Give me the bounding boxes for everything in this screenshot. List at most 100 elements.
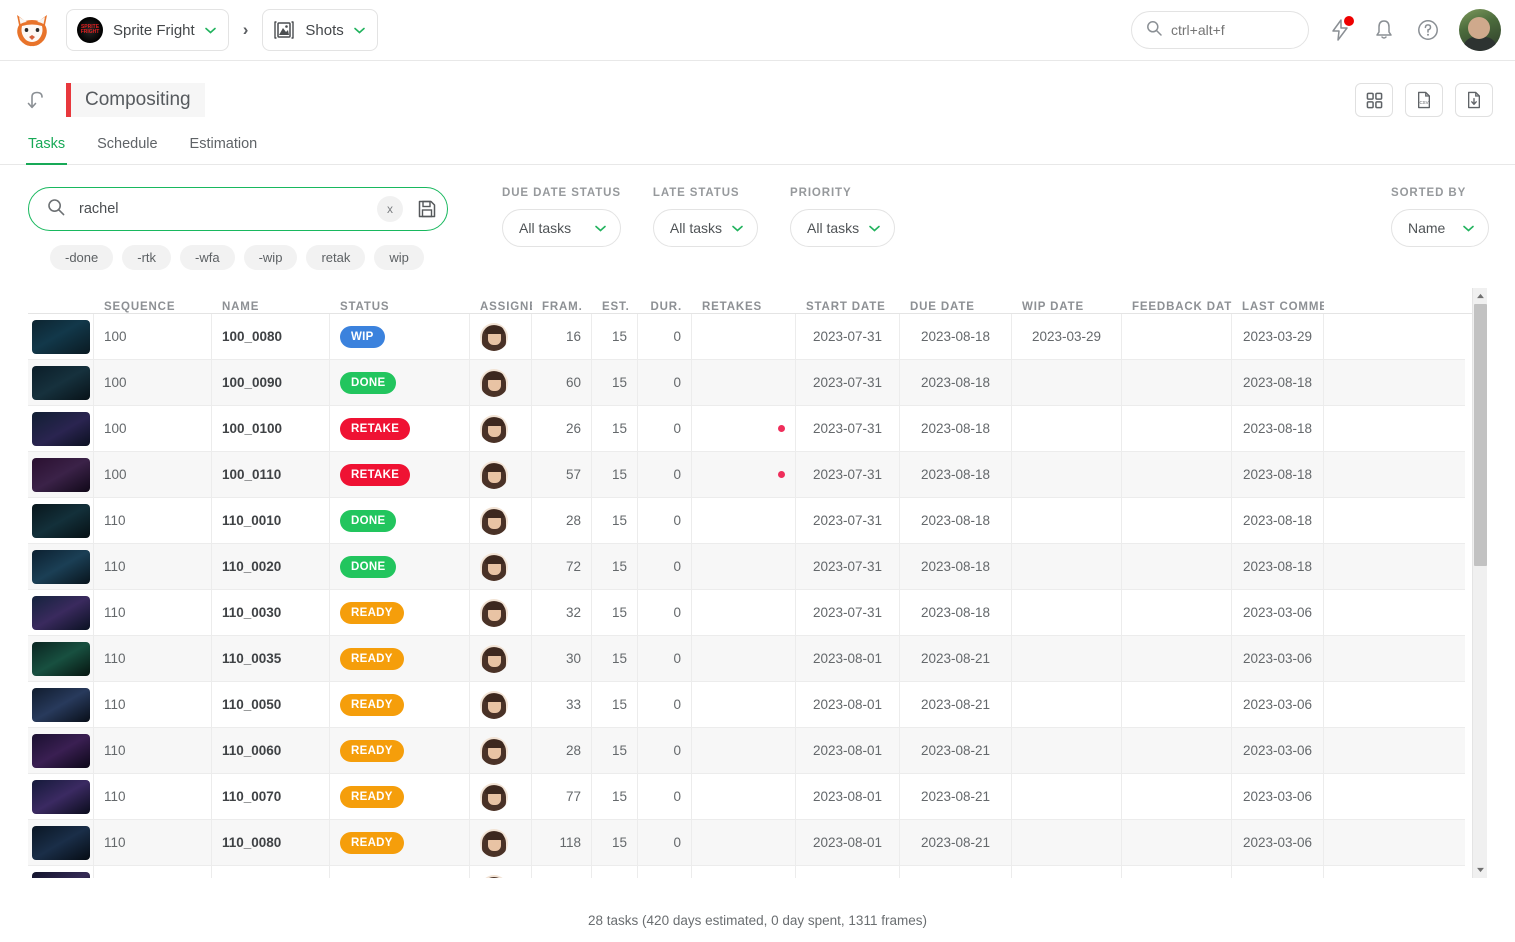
scroll-down-arrow[interactable] [1473, 862, 1488, 878]
cell-last-comment[interactable]: 2023-03-06 [1232, 635, 1324, 682]
row-thumbnail-cell[interactable] [28, 589, 94, 636]
bell-icon[interactable] [1371, 17, 1397, 43]
help-icon[interactable] [1415, 17, 1441, 43]
cell-status[interactable]: DONE [330, 497, 470, 544]
cell-feedback-date[interactable] [1122, 359, 1232, 406]
row-thumbnail-cell[interactable] [28, 543, 94, 590]
assignee-avatar[interactable] [480, 506, 508, 535]
assignee-avatar[interactable] [480, 736, 508, 765]
cell-sequence[interactable]: 100 [94, 405, 212, 452]
cell-retakes[interactable] [692, 727, 796, 774]
cell-feedback-date[interactable] [1122, 681, 1232, 728]
cell-estimation[interactable]: 15 [592, 543, 638, 590]
table-row[interactable]: 110 110_0060 READY 28 15 0 2023-08-01 2023-08-2… [28, 727, 1465, 774]
cell-start-date[interactable]: 2023-08-01 [796, 635, 900, 682]
cell-start-date[interactable]: 2023-08-01 [796, 865, 900, 878]
row-thumbnail-cell[interactable] [28, 314, 94, 360]
cell-frames[interactable]: 26 [532, 405, 592, 452]
search-input[interactable] [79, 201, 363, 217]
cell-retakes[interactable] [692, 865, 796, 878]
status-badge[interactable]: DONE [340, 371, 397, 394]
cell-status[interactable]: READY [330, 865, 470, 878]
cell-extra[interactable] [1324, 590, 1444, 636]
cell-start-date[interactable]: 2023-08-01 [796, 681, 900, 728]
shot-thumbnail[interactable] [31, 871, 90, 878]
row-thumbnail-cell[interactable] [28, 635, 94, 682]
shot-thumbnail[interactable] [31, 319, 90, 354]
cell-due-date[interactable]: 2023-08-18 [900, 543, 1012, 590]
table-row[interactable]: 110 110_0030 READY 32 15 0 2023-07-31 2023-08-1… [28, 589, 1465, 636]
cell-start-date[interactable]: 2023-07-31 [796, 497, 900, 544]
cell-estimation[interactable]: 15 [592, 314, 638, 360]
cell-sequence[interactable]: 110 [94, 773, 212, 820]
cell-assignees[interactable] [470, 451, 532, 498]
cell-sequence[interactable]: 100 [94, 359, 212, 406]
assignee-avatar[interactable] [480, 368, 508, 397]
cell-estimation[interactable]: 15 [592, 635, 638, 682]
cell-name[interactable]: 110_0020 [212, 543, 330, 590]
cell-due-date[interactable]: 2023-08-18 [900, 405, 1012, 452]
cell-wip-date[interactable] [1012, 589, 1122, 636]
table-row[interactable]: 100 100_0080 WIP 16 15 0 2023-07-31 2023-08-18 2… [28, 314, 1465, 360]
cell-name[interactable]: 110_0050 [212, 681, 330, 728]
table-header-cell[interactable]: STATUS [330, 301, 470, 313]
cell-assignees[interactable] [470, 681, 532, 728]
shot-thumbnail[interactable] [31, 687, 90, 722]
cell-extra[interactable] [1324, 866, 1444, 879]
cell-retakes[interactable] [692, 819, 796, 866]
cell-sequence[interactable]: 100 [94, 451, 212, 498]
cell-duration[interactable]: 0 [638, 451, 692, 498]
cell-frames[interactable]: 16 [532, 314, 592, 360]
table-header-cell[interactable]: FRAM. [532, 301, 592, 313]
avatar[interactable] [1459, 9, 1501, 51]
row-thumbnail-cell[interactable] [28, 773, 94, 820]
flash-icon[interactable] [1327, 16, 1354, 43]
cell-name[interactable]: 110_0090 [212, 865, 330, 878]
assignee-avatar[interactable] [480, 322, 508, 351]
cell-wip-date[interactable] [1012, 819, 1122, 866]
table-row[interactable]: 100 100_0090 DONE 60 15 0 2023-07-31 2023-08-18… [28, 359, 1465, 406]
cell-status[interactable]: DONE [330, 359, 470, 406]
table-header-cell[interactable]: NAME [212, 301, 330, 313]
cell-due-date[interactable]: 2023-08-21 [900, 727, 1012, 774]
table-header-cell[interactable]: RETAKES [692, 301, 796, 313]
status-badge[interactable]: READY [340, 693, 404, 716]
status-badge[interactable]: READY [340, 647, 404, 670]
cell-retakes[interactable] [692, 543, 796, 590]
cell-estimation[interactable]: 15 [592, 359, 638, 406]
status-badge[interactable]: RETAKE [340, 417, 411, 440]
cell-sequence[interactable]: 110 [94, 589, 212, 636]
cell-wip-date[interactable] [1012, 727, 1122, 774]
cell-retakes[interactable] [692, 451, 796, 498]
grid-view-button[interactable] [1355, 83, 1393, 117]
cell-feedback-date[interactable] [1122, 497, 1232, 544]
cell-frames[interactable]: 42 [532, 865, 592, 878]
cell-feedback-date[interactable] [1122, 819, 1232, 866]
cell-sequence[interactable]: 110 [94, 681, 212, 728]
search-input-wrap[interactable]: x [28, 187, 448, 231]
cell-estimation[interactable]: 15 [592, 497, 638, 544]
save-search-icon[interactable] [417, 199, 437, 219]
row-thumbnail-cell[interactable] [28, 681, 94, 728]
cell-status[interactable]: READY [330, 727, 470, 774]
cell-duration[interactable]: 0 [638, 405, 692, 452]
status-badge[interactable]: RETAKE [340, 463, 411, 486]
cell-assignees[interactable] [470, 773, 532, 820]
cell-feedback-date[interactable] [1122, 451, 1232, 498]
cell-estimation[interactable]: 15 [592, 405, 638, 452]
cell-sequence[interactable]: 110 [94, 727, 212, 774]
cell-name[interactable]: 110_0035 [212, 635, 330, 682]
table-header-cell[interactable]: EST. [592, 301, 638, 313]
cell-duration[interactable]: 0 [638, 635, 692, 682]
table-row[interactable]: 110 110_0070 READY 77 15 0 2023-08-01 2023-08-2… [28, 773, 1465, 820]
cell-retakes[interactable] [692, 589, 796, 636]
cell-frames[interactable]: 77 [532, 773, 592, 820]
cell-start-date[interactable]: 2023-08-01 [796, 773, 900, 820]
cell-extra[interactable] [1324, 452, 1444, 498]
cell-assignees[interactable] [470, 314, 532, 360]
cell-due-date[interactable]: 2023-08-21 [900, 865, 1012, 878]
assignee-avatar[interactable] [480, 552, 508, 581]
cell-extra[interactable] [1324, 544, 1444, 590]
row-thumbnail-cell[interactable] [28, 497, 94, 544]
cell-last-comment[interactable]: 2023-03-06 [1232, 681, 1324, 728]
